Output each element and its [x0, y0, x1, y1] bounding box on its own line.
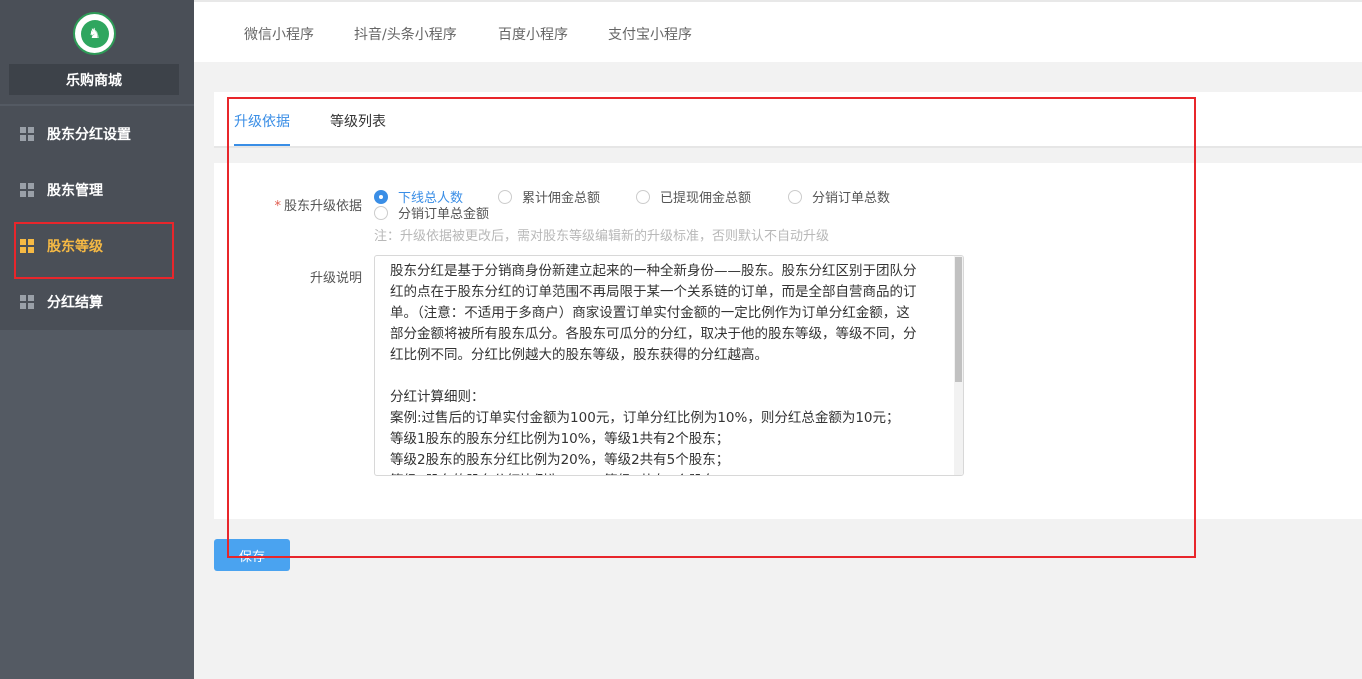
tab-alipay[interactable]: 支付宝小程序 [608, 24, 692, 44]
grid-icon [20, 183, 34, 197]
sidebar-item-label: 股东分红设置 [47, 127, 131, 143]
sidebar-item-shareholder-management[interactable]: 股东管理 [0, 162, 194, 218]
sidebar-header: ♞ 乐购商城 [0, 0, 194, 104]
shop-logo-icon[interactable]: ♞ [73, 12, 116, 55]
sidebar-item-label: 股东管理 [47, 183, 103, 199]
logo-emblem: ♞ [80, 19, 109, 48]
sidebar-item-label: 分红结算 [47, 295, 103, 311]
sidebar: ♞ 乐购商城 股东分红设置 股东管理 股东等级 分红结算 [0, 0, 194, 679]
annotation-box-form [227, 97, 1196, 558]
tab-baidu[interactable]: 百度小程序 [498, 24, 568, 44]
sidebar-item-dividend-settings[interactable]: 股东分红设置 [0, 106, 194, 162]
tab-douyin[interactable]: 抖音/头条小程序 [354, 24, 457, 44]
tab-wechat[interactable]: 微信小程序 [244, 24, 314, 44]
grid-icon [20, 127, 34, 141]
sidebar-item-dividend-settlement[interactable]: 分红结算 [0, 274, 194, 330]
shop-name: 乐购商城 [9, 64, 179, 95]
platform-tabbar: 微信小程序 抖音/头条小程序 百度小程序 支付宝小程序 [194, 0, 1362, 62]
annotation-box-sidebar [14, 222, 174, 279]
grid-icon [20, 295, 34, 309]
